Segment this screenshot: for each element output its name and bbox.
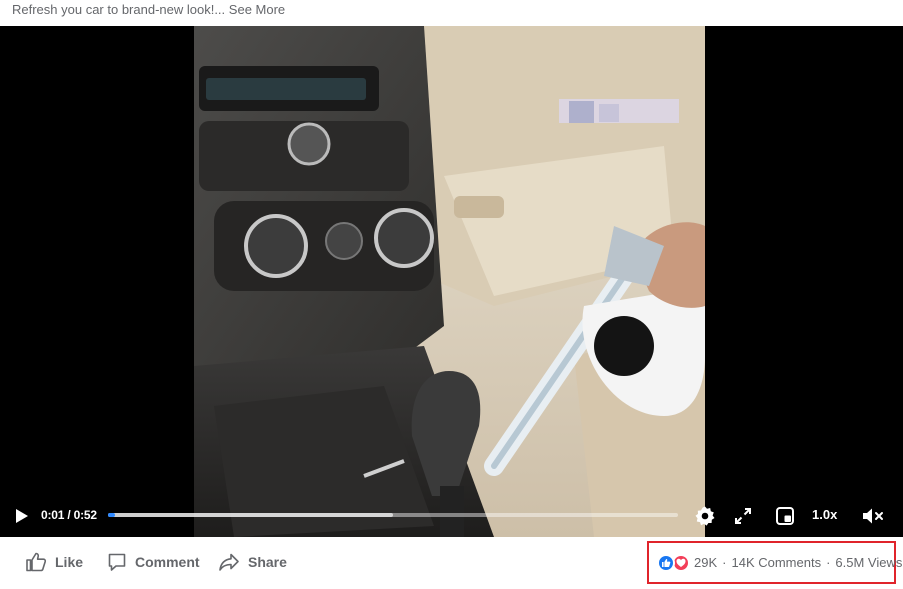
- picture-in-picture-icon[interactable]: [775, 506, 795, 526]
- views-count[interactable]: 6.5M Views: [835, 555, 902, 570]
- play-icon[interactable]: [12, 506, 32, 526]
- see-more-link[interactable]: See More: [229, 2, 285, 17]
- comment-label: Comment: [135, 554, 200, 570]
- caption-text: Refresh you car to brand-new look!...: [12, 2, 226, 17]
- comments-count[interactable]: 14K Comments: [731, 555, 821, 570]
- settings-gear-icon[interactable]: [694, 505, 716, 527]
- share-arrow-icon: [219, 553, 239, 571]
- fullscreen-icon[interactable]: [733, 506, 753, 526]
- post-caption: Refresh you car to brand-new look!... Se…: [0, 0, 903, 26]
- comment-bubble-icon: [108, 553, 126, 571]
- time-display: 0:01 / 0:52: [41, 508, 97, 522]
- reaction-icons[interactable]: [657, 553, 690, 572]
- mute-icon[interactable]: [861, 506, 885, 526]
- video-frame[interactable]: [194, 26, 705, 537]
- time-separator: /: [64, 508, 74, 522]
- duration: 0:52: [73, 508, 97, 522]
- share-label: Share: [248, 554, 287, 570]
- video-still-image: [194, 26, 705, 537]
- thumbs-up-icon: [26, 552, 47, 572]
- comment-button[interactable]: Comment: [107, 549, 200, 575]
- playback-speed[interactable]: 1.0x: [812, 507, 837, 522]
- share-button[interactable]: Share: [218, 549, 287, 575]
- progress-bar[interactable]: [108, 513, 678, 517]
- current-time: 0:01: [41, 508, 65, 522]
- post-action-bar: Like Comment Share 29K · 14K Comments · …: [0, 537, 903, 589]
- played-bar: [108, 513, 115, 517]
- like-reaction-icon: [657, 553, 675, 572]
- reactions-count[interactable]: 29K: [694, 555, 717, 570]
- buffered-bar: [108, 513, 393, 517]
- engagement-stats: 29K · 14K Comments · 6.5M Views: [647, 541, 902, 584]
- like-label: Like: [55, 554, 84, 570]
- video-controls: 0:01 / 0:52 1.0x: [0, 496, 903, 536]
- dot-separator: ·: [722, 555, 727, 570]
- dot-separator: ·: [826, 555, 831, 570]
- like-button[interactable]: Like: [25, 549, 83, 575]
- video-player[interactable]: 0:01 / 0:52 1.0x: [0, 26, 903, 537]
